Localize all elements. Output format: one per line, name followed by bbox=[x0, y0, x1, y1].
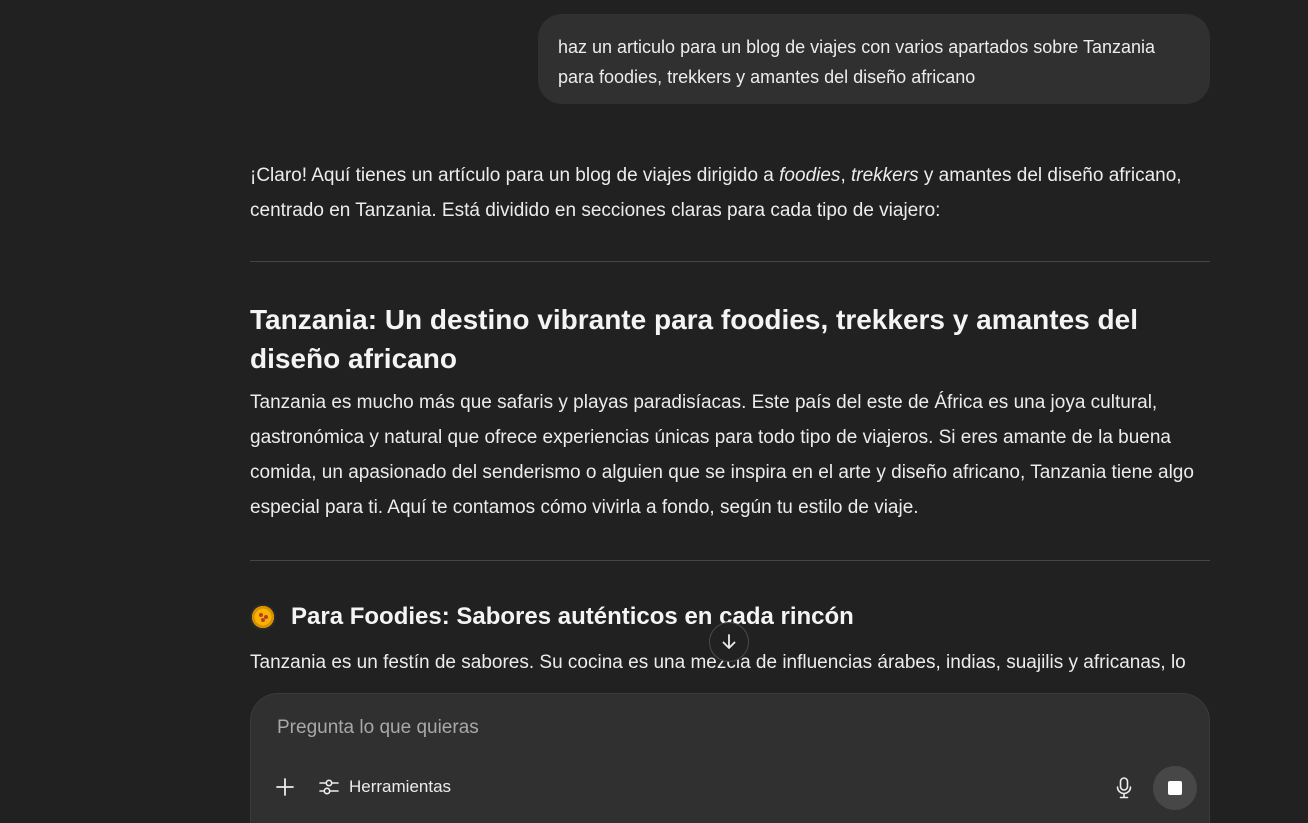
stop-generating-button[interactable] bbox=[1153, 766, 1197, 810]
assistant-intro: ¡Claro! Aquí tienes un artículo para un … bbox=[250, 158, 1210, 228]
intro-emphasis-foodies: foodies bbox=[779, 165, 841, 186]
chat-page: haz un articulo para un blog de viajes c… bbox=[0, 0, 1308, 823]
stop-icon bbox=[1168, 781, 1182, 795]
message-composer: Herramientas bbox=[250, 693, 1210, 823]
attach-button[interactable] bbox=[271, 773, 299, 801]
prompt-input[interactable] bbox=[277, 714, 1157, 742]
article-intro-paragraph: Tanzania es mucho más que safaris y play… bbox=[250, 392, 1194, 518]
intro-emphasis-trekkers: trekkers bbox=[851, 165, 919, 186]
arrow-down-icon bbox=[722, 634, 736, 649]
section-heading-text: Para Foodies: Sabores auténticos en cada… bbox=[291, 603, 854, 630]
dictate-button[interactable] bbox=[1111, 774, 1137, 802]
sliders-icon bbox=[319, 779, 339, 795]
paella-emoji-icon bbox=[250, 604, 276, 630]
divider bbox=[250, 560, 1210, 561]
user-message-text: haz un articulo para un blog de viajes c… bbox=[558, 37, 1156, 87]
plus-icon bbox=[276, 778, 294, 796]
article-title: Tanzania: Un destino vibrante para foodi… bbox=[250, 304, 1138, 374]
tools-label: Herramientas bbox=[349, 777, 452, 796]
tools-button[interactable]: Herramientas bbox=[317, 772, 451, 802]
scroll-to-bottom-button[interactable] bbox=[709, 622, 749, 662]
user-message-bubble: haz un articulo para un blog de viajes c… bbox=[538, 14, 1210, 104]
microphone-icon bbox=[1116, 777, 1132, 799]
divider bbox=[250, 261, 1210, 262]
assistant-message: ¡Claro! Aquí tienes un artículo para un … bbox=[250, 158, 1210, 680]
intro-separator: , bbox=[840, 165, 851, 186]
intro-text-1: ¡Claro! Aquí tienes un artículo para un … bbox=[250, 165, 780, 186]
